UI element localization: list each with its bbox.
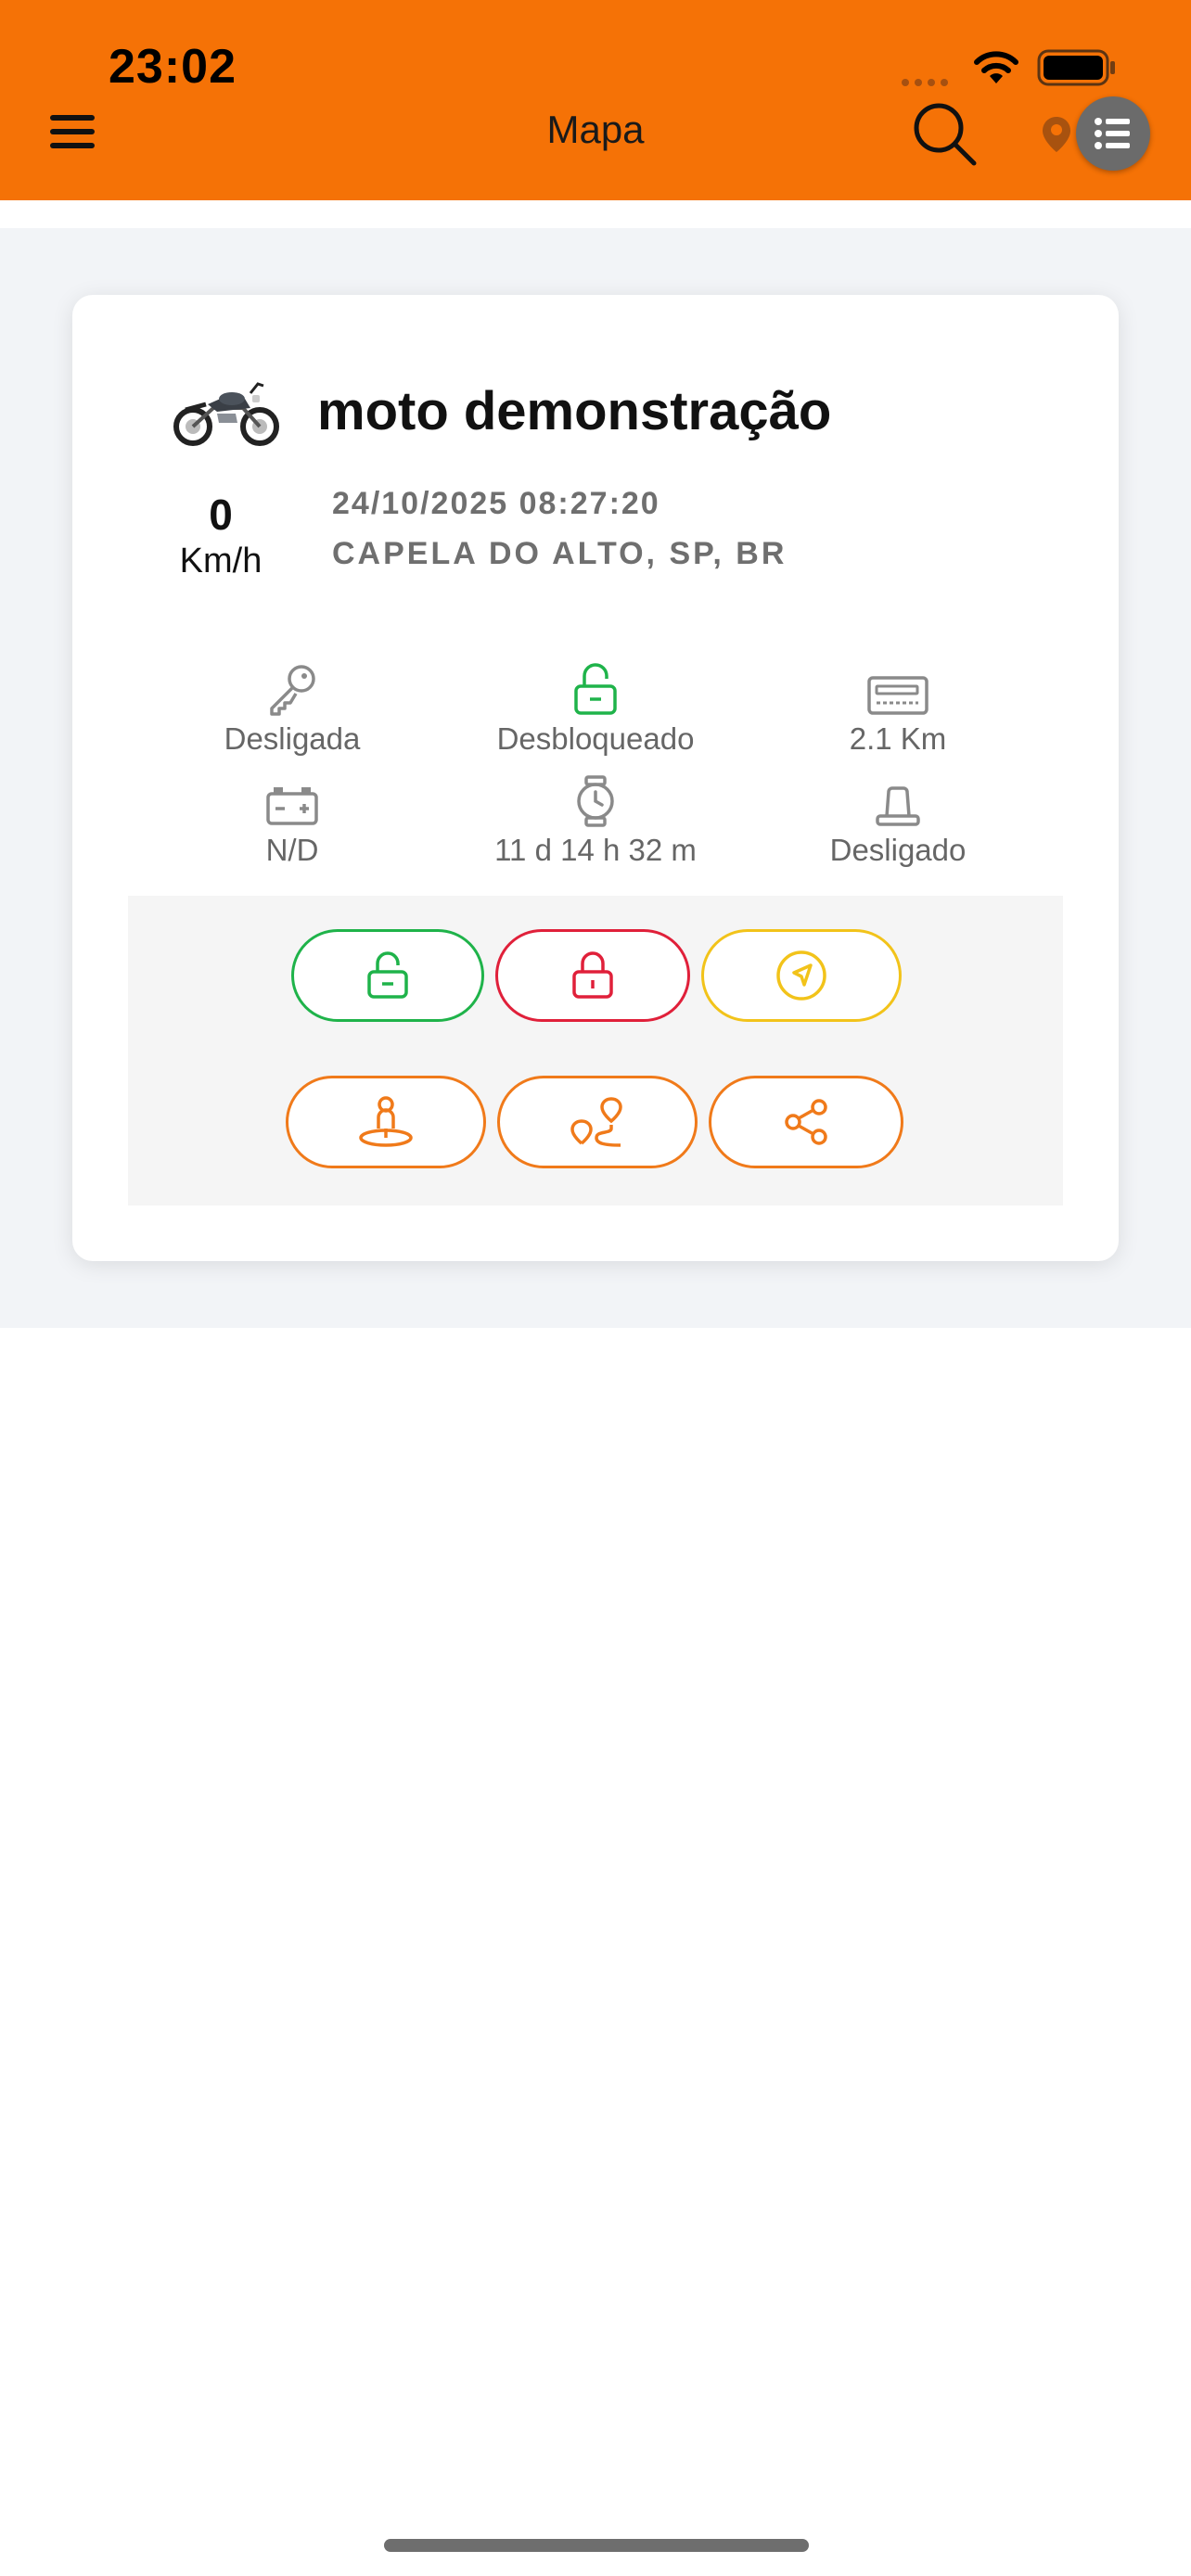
location-text: CAPELA DO ALTO, SP, BR (332, 536, 788, 571)
unlocked-padlock-icon (456, 660, 735, 716)
key-icon (153, 660, 431, 716)
odometer-icon (759, 660, 1037, 716)
battery-label: N/D (265, 833, 319, 867)
route-history-button[interactable] (497, 1076, 698, 1168)
route-icon (570, 1097, 622, 1147)
unlock-icon (367, 951, 408, 999)
odometer-status: 2.1 Km (759, 660, 1037, 757)
ignition-status: Desligada (153, 660, 431, 757)
speed-value: 0 (209, 491, 233, 539)
battery-icon (153, 772, 431, 827)
actions-panel (128, 896, 1063, 1205)
share-icon (785, 1099, 827, 1145)
ignition-label: Desligada (224, 721, 361, 756)
vehicle-card[interactable]: moto demonstração 0 Km/h 24/10/2025 08:2… (72, 295, 1119, 1261)
list-view-button[interactable] (1076, 96, 1150, 171)
navigate-button[interactable] (701, 929, 902, 1022)
home-indicator[interactable] (384, 2539, 809, 2552)
location-pin-icon[interactable] (1041, 115, 1072, 159)
cellular-signal-icon (902, 74, 954, 91)
motorcycle-icon (171, 376, 282, 452)
lock-status-label: Desbloqueado (496, 721, 695, 756)
page-title: Mapa (546, 108, 645, 151)
vehicle-name: moto demonstração (317, 381, 832, 441)
idle-time-label: 11 d 14 h 32 m (494, 833, 697, 867)
stopwatch-icon (456, 772, 735, 827)
navigate-icon (776, 950, 826, 1001)
lock-status: Desbloqueado (456, 660, 735, 757)
list-icon (1095, 118, 1130, 149)
lock-button[interactable] (495, 929, 690, 1022)
person-location-button[interactable] (286, 1076, 486, 1168)
siren-status: Desligado (759, 772, 1037, 868)
content-area: moto demonstração 0 Km/h 24/10/2025 08:2… (0, 228, 1191, 1328)
app-header: 23:02 Mapa (0, 0, 1191, 200)
share-button[interactable] (709, 1076, 903, 1168)
siren-label: Desligado (829, 833, 967, 867)
battery-status-icon (1037, 48, 1117, 92)
search-icon[interactable] (911, 100, 978, 172)
wifi-icon (972, 48, 1020, 90)
speed-unit: Km/h (179, 542, 263, 580)
status-time: 23:02 (109, 40, 237, 94)
unlock-button[interactable] (291, 929, 484, 1022)
battery-status: N/D (153, 772, 431, 868)
last-update-timestamp: 24/10/2025 08:27:20 (332, 486, 660, 521)
siren-icon (759, 772, 1037, 827)
lock-icon (572, 951, 613, 999)
odometer-label: 2.1 Km (849, 721, 947, 756)
person-pin-icon (359, 1096, 413, 1147)
idle-time-status: 11 d 14 h 32 m (456, 772, 735, 868)
